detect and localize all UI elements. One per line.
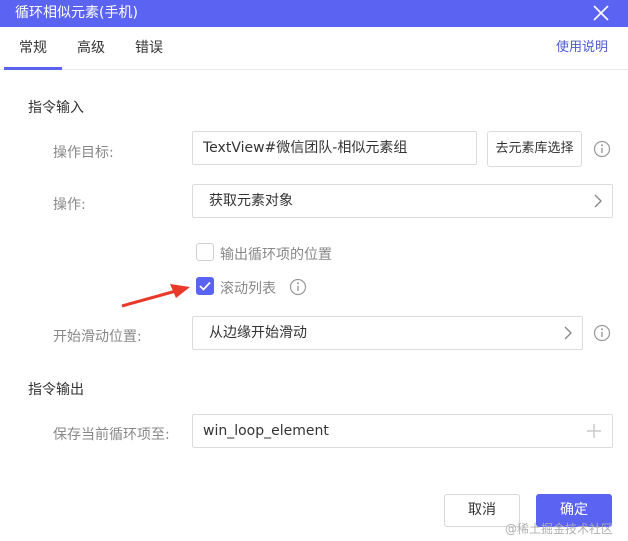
chevron-right-icon: [594, 194, 602, 208]
check-icon: [199, 281, 211, 291]
tab-error[interactable]: 错误: [128, 27, 170, 67]
info-icon[interactable]: [593, 324, 611, 342]
help-link[interactable]: 使用说明: [556, 27, 608, 69]
output-position-checkbox[interactable]: [196, 243, 214, 261]
info-icon[interactable]: [289, 278, 307, 296]
chevron-right-icon: [564, 326, 572, 340]
scroll-list-label: 滚动列表: [220, 281, 276, 297]
scroll-list-checkbox[interactable]: [196, 277, 214, 295]
start-scroll-select[interactable]: 从边缘开始滑动: [192, 316, 583, 350]
operation-select[interactable]: 获取元素对象: [192, 184, 613, 218]
tab-advanced[interactable]: 高级: [70, 27, 112, 67]
output-position-label: 输出循环项的位置: [220, 247, 332, 263]
annotation-arrow-icon: [121, 284, 190, 308]
save-to-label: 保存当前循环项至:: [53, 427, 170, 443]
section-title-output: 指令输出: [28, 382, 84, 398]
info-icon[interactable]: [593, 140, 611, 158]
watermark: @稀土掘金技术社区: [505, 522, 614, 536]
start-scroll-value: 从边缘开始滑动: [209, 325, 307, 341]
tab-general[interactable]: 常规: [4, 27, 62, 70]
operation-value: 获取元素对象: [209, 193, 293, 209]
window-title: 循环相似元素(手机): [15, 5, 138, 21]
tab-bar: 常规 高级 错误 使用说明: [0, 27, 628, 70]
target-label: 操作目标:: [53, 145, 114, 161]
element-library-button[interactable]: 去元素库选择: [487, 131, 582, 167]
close-icon[interactable]: [590, 2, 612, 24]
start-scroll-label: 开始滑动位置:: [53, 329, 142, 345]
save-to-value: win_loop_element: [203, 423, 329, 439]
target-input[interactable]: TextView#微信团队-相似元素组: [192, 131, 477, 165]
section-title-input: 指令输入: [28, 100, 84, 116]
operation-label: 操作:: [53, 197, 86, 213]
save-to-input[interactable]: win_loop_element: [192, 414, 613, 448]
title-bar: 循环相似元素(手机): [0, 0, 628, 27]
plus-icon[interactable]: [585, 422, 603, 440]
